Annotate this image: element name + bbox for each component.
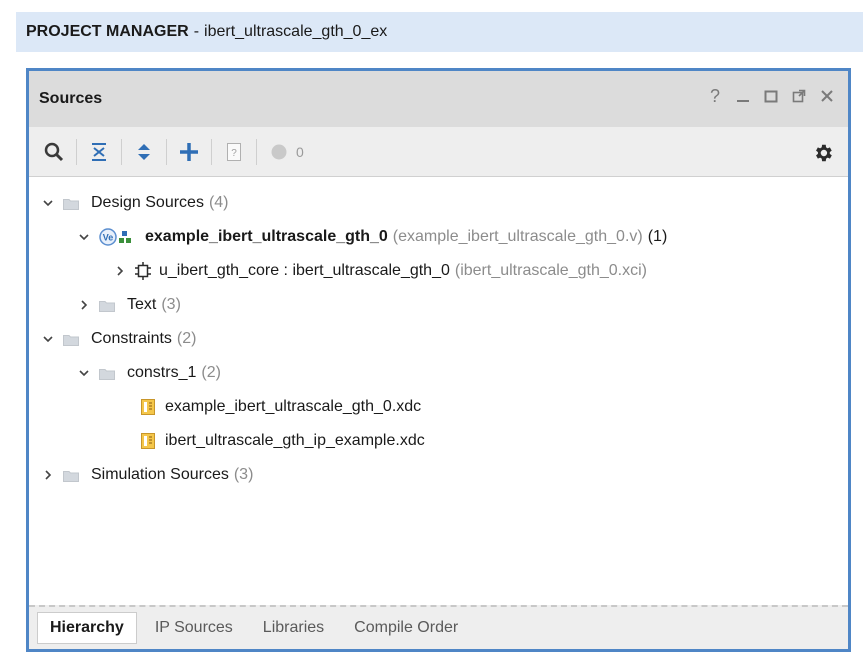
ip-separator: : (279, 262, 293, 279)
toolbar-divider (211, 138, 212, 165)
folder-icon (63, 469, 79, 482)
sources-view-tabs: Hierarchy IP Sources Libraries Compile O… (29, 605, 848, 649)
tab-libraries[interactable]: Libraries (251, 613, 336, 643)
tree-item-constraints[interactable]: Constraints (2) (41, 322, 196, 356)
toolbar-divider (166, 138, 167, 165)
tree-item-simulation-sources[interactable]: Simulation Sources (3) (41, 458, 253, 492)
sources-panel-header: Sources ? (29, 71, 848, 127)
unknown-file-icon[interactable]: ? (221, 139, 247, 165)
tree-item-label: Design Sources (91, 194, 204, 211)
sources-toolbar: ? 0 (29, 127, 848, 177)
xdc-file-name: ibert_ultrascale_gth_ip_example.xdc (165, 432, 425, 449)
project-manager-title-bar: PROJECT MANAGER - ibert_ultrascale_gth_0… (16, 12, 863, 52)
chevron-right-icon[interactable] (77, 298, 91, 312)
folder-icon (99, 299, 115, 312)
float-icon[interactable] (792, 87, 806, 105)
tree-item-count: (4) (208, 194, 229, 211)
close-icon[interactable] (820, 87, 834, 105)
top-module-count: (1) (647, 228, 668, 245)
status-count: 0 (296, 143, 304, 160)
chevron-down-icon[interactable] (77, 366, 91, 380)
tree-item-xdc-file[interactable]: ibert_ultrascale_gth_ip_example.xdc (141, 424, 425, 458)
tree-item-xdc-file[interactable]: example_ibert_ultrascale_gth_0.xdc (141, 390, 421, 424)
xdc-file-name: example_ibert_ultrascale_gth_0.xdc (165, 398, 422, 415)
ip-file: (ibert_ultrascale_gth_0.xci) (454, 262, 647, 279)
chevron-right-icon[interactable] (113, 264, 127, 278)
folder-icon (63, 333, 79, 346)
constraint-file-icon (141, 433, 155, 449)
ip-module-name: ibert_ultrascale_gth_0 (292, 262, 450, 279)
sources-panel-title: Sources (39, 90, 103, 107)
tree-item-count: (2) (176, 330, 197, 347)
tree-item-constrs-1[interactable]: constrs_1 (2) (77, 356, 221, 390)
top-module-name: example_ibert_ultrascale_gth_0 (145, 228, 388, 245)
project-name: ibert_ultrascale_gth_0_ex (204, 23, 388, 40)
chevron-down-icon[interactable] (41, 332, 55, 346)
tree-item-label: Constraints (91, 330, 172, 347)
toolbar-divider (76, 138, 77, 165)
tree-item-count: (3) (233, 466, 254, 483)
tab-hierarchy[interactable]: Hierarchy (37, 612, 137, 644)
minimize-icon[interactable] (736, 87, 750, 105)
ip-instance-name: u_ibert_gth_core (159, 262, 280, 279)
tree-item-design-sources[interactable]: Design Sources (4) (41, 186, 229, 220)
collapse-all-icon[interactable] (86, 139, 112, 165)
toolbar-divider (256, 138, 257, 165)
gear-icon[interactable] (810, 140, 836, 166)
tree-item-top-module[interactable]: Ve example_ibert_ultrascale_gth_0 (examp… (77, 220, 667, 254)
chevron-down-icon[interactable] (41, 196, 55, 210)
top-module-file: (example_ibert_ultrascale_gth_0.v) (392, 228, 643, 245)
chevron-right-icon[interactable] (41, 468, 55, 482)
chevron-down-icon[interactable] (77, 230, 91, 244)
tab-ip-sources[interactable]: IP Sources (143, 613, 245, 643)
ip-core-icon (135, 262, 151, 280)
maximize-icon[interactable] (764, 87, 778, 105)
svg-text:Ve: Ve (103, 233, 114, 243)
tree-item-label: Text (127, 296, 157, 313)
constraint-file-icon (141, 399, 155, 415)
project-manager-label: PROJECT MANAGER (26, 23, 189, 40)
tab-compile-order[interactable]: Compile Order (342, 613, 470, 643)
tree-item-text[interactable]: Text (3) (77, 288, 181, 322)
tree-item-count: (2) (201, 364, 221, 381)
tree-item-label: constrs_1 (127, 364, 197, 381)
tree-item-ip-core[interactable]: u_ibert_gth_core : ibert_ultrascale_gth_… (113, 254, 647, 288)
add-icon[interactable] (176, 139, 202, 165)
sources-panel: Sources ? ? 0 Design Sources (4) Ve exam… (26, 68, 851, 652)
folder-icon (63, 197, 79, 210)
status-circle-icon[interactable] (266, 139, 292, 165)
help-icon[interactable]: ? (708, 87, 722, 105)
tree-item-label: Simulation Sources (91, 466, 229, 483)
toolbar-divider (121, 138, 122, 165)
search-icon[interactable] (41, 139, 67, 165)
verilog-top-icon: Ve (99, 228, 137, 246)
folder-icon (99, 367, 115, 380)
tree-item-count: (3) (161, 296, 181, 313)
svg-text:?: ? (231, 148, 237, 159)
title-separator: - (193, 23, 200, 40)
panel-window-controls: ? (708, 87, 834, 105)
expand-all-icon[interactable] (131, 139, 157, 165)
